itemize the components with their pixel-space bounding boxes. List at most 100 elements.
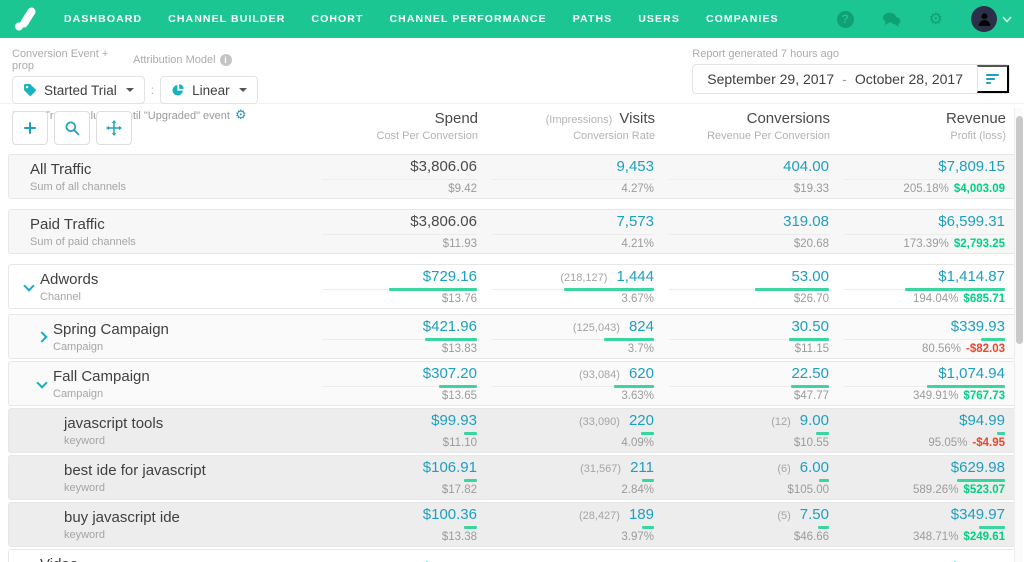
proportion-bar xyxy=(905,288,1005,291)
scrollbar-thumb[interactable] xyxy=(1016,116,1023,344)
visits-cell: (31,567) 211 2.84% xyxy=(477,459,654,496)
row-name: buy javascript ide xyxy=(64,508,180,526)
date-range-picker[interactable]: September 29, 2017 - October 28, 2017 xyxy=(693,65,977,93)
conversions-cell: (12) 9.00 $10.55 xyxy=(654,412,829,449)
col-header-visits[interactable]: (Impressions) Visits Conversion Rate xyxy=(478,109,655,149)
table-row[interactable]: Video Channel $399.98 375 14.00 $644.87 xyxy=(8,549,1016,562)
visits-value: 189 xyxy=(628,506,654,523)
row-type: Channel xyxy=(40,290,81,303)
visits-cell: (93,084) 620 3.63% xyxy=(477,365,654,402)
conversion-event-label: Conversion Event + prop xyxy=(12,48,109,72)
profit-value: $249.61 xyxy=(963,531,1005,543)
table-row[interactable]: Paid Traffic Sum of paid channels $3,806… xyxy=(8,209,1016,254)
nav-item-companies[interactable]: COMPANIES xyxy=(706,13,779,25)
visits-cell: (33,090) 220 4.09% xyxy=(477,412,654,449)
search-icon xyxy=(65,121,80,136)
revenue-value: $339.93 xyxy=(950,318,1005,335)
row-name: Spring Campaign xyxy=(53,320,169,338)
proportion-bar xyxy=(981,338,1005,341)
expand-chevron-icon[interactable] xyxy=(36,377,53,391)
row-type: Sum of paid channels xyxy=(30,235,136,248)
conversions-cell: 53.00 $26.70 xyxy=(654,268,829,305)
navbar: DASHBOARD CHANNEL BUILDER COHORT CHANNEL… xyxy=(0,0,1024,38)
cost-per-conversion-value: $13.76 xyxy=(441,293,477,305)
nav-item-paths[interactable]: PATHS xyxy=(573,13,613,25)
revenue-per-conversion-value: $46.66 xyxy=(793,531,829,543)
search-button[interactable] xyxy=(54,111,90,145)
visits-value: 824 xyxy=(628,318,654,335)
visits-value: 9,453 xyxy=(616,158,654,175)
info-icon[interactable]: i xyxy=(219,54,232,66)
date-range-section: Report generated 7 hours ago September 2… xyxy=(692,48,1010,94)
profit-value: $685.71 xyxy=(963,293,1005,305)
conversions-cell: 404.00 $19.33 xyxy=(654,158,829,195)
proportion-bar xyxy=(464,432,477,435)
nav-item-cohort[interactable]: COHORT xyxy=(311,13,363,25)
cost-per-conversion-value: $13.83 xyxy=(441,343,477,355)
col-header-conversions[interactable]: Conversions Revenue Per Conversion xyxy=(655,109,830,149)
add-channel-button[interactable] xyxy=(12,111,48,145)
cell-pre-value: (6) xyxy=(777,463,791,475)
row-type: keyword xyxy=(64,528,105,541)
plus-icon xyxy=(24,122,36,134)
row-name: Fall Campaign xyxy=(53,367,150,385)
conversions-value: 6.00 xyxy=(799,459,829,476)
table-row[interactable]: buy javascript ide keyword $100.36 $13.3… xyxy=(8,502,1016,547)
col-header-revenue[interactable]: Revenue Profit (loss) xyxy=(830,109,1006,149)
proportion-bar xyxy=(755,288,829,291)
cost-per-conversion-value: $13.65 xyxy=(441,390,477,402)
report-generated-label: Report generated 7 hours ago xyxy=(692,48,840,60)
roi-percent-value: 95.05% xyxy=(928,437,968,449)
table-row[interactable]: All Traffic Sum of all channels $3,806.0… xyxy=(8,154,1016,199)
settings-gear-icon[interactable]: ⚙ xyxy=(929,11,943,27)
attribution-model-select[interactable]: Linear xyxy=(160,76,258,104)
cost-per-conversion-value: $13.38 xyxy=(441,531,477,543)
reorder-button[interactable] xyxy=(96,111,132,145)
attribution-model-label: Attribution Model i xyxy=(133,48,232,72)
conversions-cell: (6) 6.00 $105.00 xyxy=(654,459,829,496)
table-row[interactable]: javascript tools keyword $99.93 $11.10 (… xyxy=(8,408,1016,453)
profit-value: $2,793.25 xyxy=(953,238,1005,250)
sort-lines-icon xyxy=(985,74,999,84)
proportion-bar xyxy=(604,338,654,341)
app-logo[interactable] xyxy=(12,6,42,32)
table-row[interactable]: Adwords Channel $729.16 $13.76 (218,127)… xyxy=(8,264,1016,309)
cost-per-conversion-value: $11.93 xyxy=(442,238,477,250)
table-row[interactable]: best ide for javascript keyword $106.91 … xyxy=(8,455,1016,500)
revenue-cell: $94.99 95.05% -$4.95 xyxy=(829,412,1005,449)
date-options-button[interactable] xyxy=(977,65,1009,93)
row-name: All Traffic xyxy=(30,160,92,178)
table-row[interactable]: Fall Campaign Campaign $307.20 $13.65 (9… xyxy=(8,361,1016,406)
revenue-value: $1,414.87 xyxy=(938,268,1005,285)
conversion-rate-value: 4.21% xyxy=(621,238,654,250)
row-name: javascript tools xyxy=(64,414,164,432)
expand-chevron-icon[interactable] xyxy=(36,330,53,344)
nav-item-channel-performance[interactable]: CHANNEL PERFORMANCE xyxy=(390,13,547,25)
user-menu[interactable] xyxy=(971,6,1012,32)
expand-chevron-icon[interactable] xyxy=(23,280,40,294)
profit-value: -$82.03 xyxy=(965,343,1005,355)
conversion-event-select[interactable]: Started Trial xyxy=(12,76,145,104)
proportion-bar xyxy=(614,385,654,388)
visits-cell: (218,127) 1,444 3.67% xyxy=(477,268,654,305)
chat-icon[interactable] xyxy=(882,12,901,27)
conversion-rate-value: 4.09% xyxy=(621,437,654,449)
help-icon[interactable]: ? xyxy=(836,10,854,28)
table-row[interactable]: Spring Campaign Campaign $421.96 $13.83 … xyxy=(8,314,1016,359)
nav-item-dashboard[interactable]: DASHBOARD xyxy=(64,13,142,25)
cost-per-conversion-value: $9.42 xyxy=(448,183,477,195)
revenue-value: $6,599.31 xyxy=(938,213,1005,230)
visits-value: 211 xyxy=(630,459,654,476)
col-header-spend[interactable]: Spend Cost Per Conversion xyxy=(308,109,479,149)
nav-item-users[interactable]: USERS xyxy=(638,13,680,25)
visits-cell: 9,453 4.27% xyxy=(477,158,654,195)
proportion-bar xyxy=(642,479,654,482)
row-type: keyword xyxy=(64,481,105,494)
spend-cell: $729.16 $13.76 xyxy=(307,268,477,305)
nav-item-channel-builder[interactable]: CHANNEL BUILDER xyxy=(168,13,285,25)
spend-cell: $100.36 $13.38 xyxy=(307,506,477,543)
cost-per-conversion-value: $11.10 xyxy=(442,437,477,449)
conversion-rate-value: 2.84% xyxy=(621,484,654,496)
spend-value: $106.91 xyxy=(422,459,477,476)
date-dash: - xyxy=(842,71,847,87)
